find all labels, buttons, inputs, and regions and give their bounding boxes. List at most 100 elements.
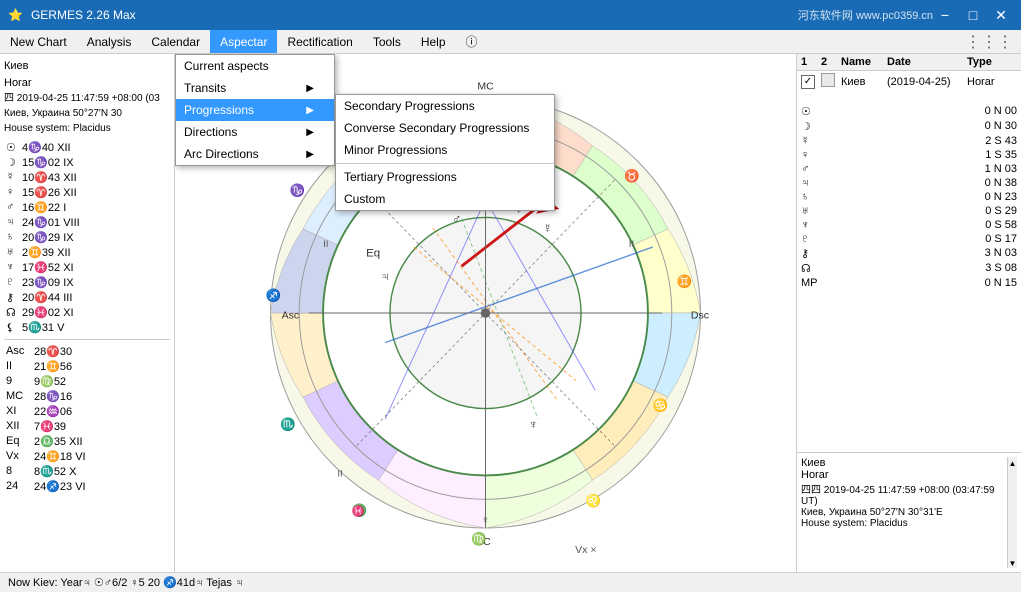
menu-calendar[interactable]: Calendar — [141, 30, 210, 53]
scroll-up[interactable]: ▲ — [1009, 459, 1017, 468]
location-info: Киев Horar 四 2019-04-25 11:47:59 +08:00 … — [4, 58, 170, 136]
house-12: XII7♓39 — [4, 419, 170, 434]
aspect-sun: ☉0 N 00 — [801, 104, 1017, 119]
location-line: Киев, Украина 50°27'N 30 — [4, 106, 170, 121]
house-9: 99♍52 — [4, 374, 170, 389]
color-indicator — [821, 73, 835, 87]
main-area: Киев Horar 四 2019-04-25 11:47:59 +08:00 … — [0, 54, 1021, 572]
th-col1: 1 — [801, 56, 821, 68]
svg-text:♓: ♓ — [352, 505, 365, 518]
chart-type: Horar — [4, 75, 170, 92]
aspect-mars: ♂1 N 03 — [801, 162, 1017, 176]
aspectar-dropdown: Current aspects Transits ▶ Progressions … — [175, 54, 335, 166]
svg-text:♌: ♌ — [586, 493, 601, 508]
planet-venus: ♀15♈26 XII — [4, 185, 170, 200]
maximize-button[interactable]: □ — [961, 5, 985, 25]
planet-jupiter: ♃24♑01 VIII — [4, 215, 170, 230]
house-24: 2424♐23 VI — [4, 479, 170, 494]
svg-text:♃: ♃ — [380, 270, 389, 284]
house-mc: MC28♑16 — [4, 389, 170, 404]
menu-help[interactable]: Help — [411, 30, 456, 53]
planet-lilith: ⚸5♏31 V — [4, 320, 170, 335]
planet-mars: ♂16♊22 I — [4, 200, 170, 215]
app-title: GERMES 2.26 Max — [31, 8, 790, 22]
arc-directions-arrow: ▶ — [306, 149, 314, 160]
vx: Vx24♊18 VI — [4, 449, 170, 464]
menu-transits[interactable]: Transits ▶ — [176, 77, 334, 99]
aspect-moon: ☽0 N 30 — [801, 119, 1017, 134]
info-location: Киев, Украина 50°27'N 30°31'E — [801, 507, 1007, 518]
svg-text:♂: ♂ — [452, 212, 461, 226]
svg-text:♀: ♀ — [481, 513, 490, 527]
scrollbar[interactable]: ▲ ▼ — [1007, 457, 1017, 568]
th-date: Date — [887, 56, 967, 68]
titlebar: ⭐ GERMES 2.26 Max 河东软件网 www.pc0359.cn − … — [0, 0, 1021, 30]
aspect-mercury: ☿2 S 43 — [801, 134, 1017, 148]
checkbox-1[interactable] — [801, 75, 815, 89]
menu-custom[interactable]: Custom — [336, 188, 554, 210]
menu-arc-directions[interactable]: Arc Directions ▶ — [176, 143, 334, 165]
close-button[interactable]: ✕ — [989, 5, 1013, 25]
status-text: Now Kiev: Year♃ ☉♂6/2 ♀5 20 ♐41d♃ Tejas … — [8, 576, 243, 589]
info-datetime: 四四 2019-04-25 11:47:59 +08:00 (03:47:59 … — [801, 481, 1007, 507]
right-panel: 1 2 Name Date Type Киев (2019-04-25) Hor… — [796, 54, 1021, 572]
menubar: New Chart Analysis Calendar Aspectar Rec… — [0, 30, 1021, 54]
svg-text:Eq: Eq — [366, 248, 380, 260]
menu-tertiary-progressions[interactable]: Tertiary Progressions — [336, 166, 554, 188]
svg-text:♋: ♋ — [653, 397, 668, 412]
planet-pluto: ♇23♑09 IX — [4, 275, 170, 290]
planet-moon: ☽15♑02 IX — [4, 155, 170, 170]
aspect-neptune: ♆0 S 58 — [801, 218, 1017, 232]
svg-text:♉: ♉ — [624, 168, 639, 183]
house-asc: Asc28♈30 — [4, 344, 170, 359]
planet-saturn: ♄20♑29 IX — [4, 230, 170, 245]
menu-new-chart[interactable]: New Chart — [0, 30, 77, 53]
row-date: (2019-04-25) — [887, 76, 967, 88]
th-type: Type — [967, 56, 1017, 68]
svg-text:☿: ☿ — [543, 222, 552, 236]
row-checkbox[interactable] — [801, 75, 821, 89]
svg-text:♆: ♆ — [528, 418, 537, 432]
svg-text:♏: ♏ — [280, 417, 295, 432]
aspect-node: ☊3 S 08 — [801, 261, 1017, 276]
planet-chiron: ⚷20♈44 III — [4, 290, 170, 305]
info-house-system: House system: Placidus — [801, 518, 1007, 529]
house-8: 88♏52 X — [4, 464, 170, 479]
aspects-panel: ☉0 N 00 ☽0 N 30 ☿2 S 43 ♀1 S 35 ♂1 N 03 … — [797, 100, 1021, 294]
svg-text:♐: ♐ — [266, 288, 281, 303]
planet-uranus: ♅2♊39 XII — [4, 245, 170, 260]
transits-arrow: ▶ — [306, 83, 314, 94]
directions-arrow: ▶ — [306, 127, 314, 138]
menu-directions[interactable]: Directions ▶ — [176, 121, 334, 143]
eq: Eq2♎35 XII — [4, 434, 170, 449]
menu-converse-secondary[interactable]: Converse Secondary Progressions — [336, 117, 554, 139]
aspect-chiron: ⚷3 N 03 — [801, 246, 1017, 261]
menu-secondary-progressions[interactable]: Secondary Progressions — [336, 95, 554, 117]
svg-text:♑: ♑ — [290, 183, 305, 198]
aspect-uranus: ♅0 S 29 — [801, 204, 1017, 218]
aspect-jupiter: ♃0 N 38 — [801, 176, 1017, 190]
svg-text:MC: MC — [477, 80, 494, 92]
menu-rectification[interactable]: Rectification — [277, 30, 362, 53]
table-row[interactable]: Киев (2019-04-25) Horar — [797, 71, 1021, 92]
info-content: Киев Horar 四四 2019-04-25 11:47:59 +08:00… — [801, 457, 1007, 568]
planet-neptune: ♆17♓52 XI — [4, 260, 170, 275]
menu-info[interactable]: ⓘ — [456, 30, 488, 53]
scroll-down[interactable]: ▼ — [1009, 559, 1017, 568]
progressions-submenu: Secondary Progressions Converse Secondar… — [335, 94, 555, 211]
subtitle: 河东软件网 www.pc0359.cn — [798, 7, 933, 23]
menu-tools[interactable]: Tools — [363, 30, 411, 53]
menu-minor-progressions[interactable]: Minor Progressions — [336, 139, 554, 161]
menu-analysis[interactable]: Analysis — [77, 30, 142, 53]
svg-text:Asc: Asc — [282, 310, 300, 322]
svg-text:♊: ♊ — [677, 273, 692, 288]
progressions-arrow: ▶ — [306, 105, 314, 116]
planet-sun: ☉4♑40 XII — [4, 140, 170, 155]
menu-progressions[interactable]: Progressions ▶ — [176, 99, 334, 121]
aspect-saturn: ♄0 N 23 — [801, 190, 1017, 204]
statusbar: Now Kiev: Year♃ ☉♂6/2 ♀5 20 ♐41d♃ Tejas … — [0, 572, 1021, 592]
menu-current-aspects[interactable]: Current aspects — [176, 55, 334, 77]
row-color-box — [821, 73, 841, 90]
minimize-button[interactable]: − — [933, 5, 957, 25]
menu-aspectar[interactable]: Aspectar — [210, 30, 277, 53]
